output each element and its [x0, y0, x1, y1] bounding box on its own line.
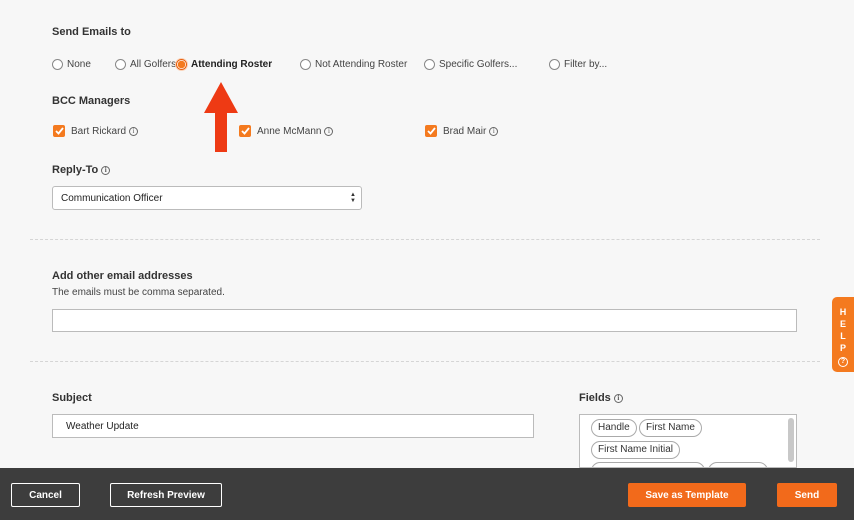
radio-circle[interactable] [549, 58, 560, 70]
footer-bar: Cancel Refresh Preview Save as Template … [0, 468, 854, 520]
field-chip-first-name-initial[interactable]: First Name Initial [591, 441, 681, 459]
reply-to-label: Reply-To [52, 164, 99, 176]
send-emails-label: Send Emails to [52, 26, 131, 38]
checkbox-checked-icon[interactable] [53, 125, 65, 137]
select-arrows-icon: ▲ ▼ [350, 192, 356, 204]
bcc-checkbox-anne-mcmann[interactable]: Anne McMann i [239, 125, 334, 137]
manager-name: Brad Mair [443, 125, 487, 137]
radio-circle[interactable] [52, 58, 63, 70]
cancel-button[interactable]: Cancel [11, 483, 80, 507]
checkbox-checked-icon[interactable] [239, 125, 251, 137]
radio-filter-by[interactable]: Filter by... [549, 57, 607, 71]
radio-all-golfers[interactable]: All Golfers [115, 57, 176, 71]
radio-attending-roster[interactable]: Attending Roster [176, 57, 272, 71]
radio-circle-selected[interactable] [176, 58, 187, 70]
radio-label: None [67, 58, 91, 70]
radio-circle[interactable] [300, 58, 311, 70]
checkbox-checked-icon[interactable] [425, 125, 437, 137]
section-divider [30, 239, 820, 240]
refresh-preview-button[interactable]: Refresh Preview [110, 483, 222, 507]
other-emails-hint: The emails must be comma separated. [52, 287, 225, 298]
help-letter: H [839, 307, 847, 317]
radio-specific-golfers[interactable]: Specific Golfers... [424, 57, 517, 71]
section-divider [30, 361, 820, 362]
fields-list[interactable]: Handle First Name First Name Initial [579, 414, 797, 468]
info-icon[interactable]: i [101, 165, 111, 175]
save-as-template-button[interactable]: Save as Template [628, 483, 746, 507]
reply-to-value: Communication Officer [61, 193, 163, 204]
radio-none[interactable]: None [52, 57, 91, 71]
fields-label: Fields [579, 392, 611, 404]
info-icon[interactable]: i [324, 126, 334, 136]
reply-to-label-row: Reply-To i [52, 164, 111, 176]
send-button[interactable]: Send [777, 483, 837, 507]
help-letter: E [839, 319, 846, 329]
fields-scrollbar[interactable] [788, 418, 794, 462]
reply-to-select[interactable]: Communication Officer ▲ ▼ [52, 186, 362, 210]
other-emails-input[interactable] [52, 309, 797, 332]
subject-input[interactable]: Weather Update [52, 414, 534, 438]
manager-name: Anne McMann [257, 125, 322, 137]
radio-circle[interactable] [115, 58, 126, 70]
bcc-managers-label: BCC Managers [52, 95, 131, 107]
fields-label-row: Fields i [579, 392, 623, 404]
radio-label: All Golfers [130, 58, 177, 70]
radio-circle[interactable] [424, 58, 435, 70]
info-icon[interactable]: i [129, 126, 139, 136]
radio-label: Not Attending Roster [315, 58, 408, 70]
bcc-checkbox-bart-rickard[interactable]: Bart Rickard i [53, 125, 139, 137]
subject-label: Subject [52, 392, 92, 404]
annotation-arrow-icon [204, 82, 238, 152]
manager-name: Bart Rickard [71, 125, 127, 137]
radio-label: Attending Roster [191, 58, 273, 70]
help-tab[interactable]: H E L P ? [832, 297, 854, 372]
help-letter: P [839, 343, 846, 353]
radio-not-attending-roster[interactable]: Not Attending Roster [300, 57, 407, 71]
radio-label: Specific Golfers... [439, 58, 518, 70]
radio-label: Filter by... [564, 58, 608, 70]
subject-value: Weather Update [66, 421, 139, 432]
help-question-icon: ? [838, 357, 848, 367]
info-icon[interactable]: i [613, 393, 623, 403]
field-chip-first-name[interactable]: First Name [639, 419, 702, 437]
field-chip-handle[interactable]: Handle [591, 419, 637, 437]
bcc-checkbox-brad-mair[interactable]: Brad Mair i [425, 125, 499, 137]
send-emails-radio-group: None All Golfers Attending Roster Not At… [52, 57, 672, 71]
other-emails-label: Add other email addresses [52, 270, 193, 282]
help-letter: L [840, 331, 846, 341]
info-icon[interactable]: i [489, 126, 499, 136]
